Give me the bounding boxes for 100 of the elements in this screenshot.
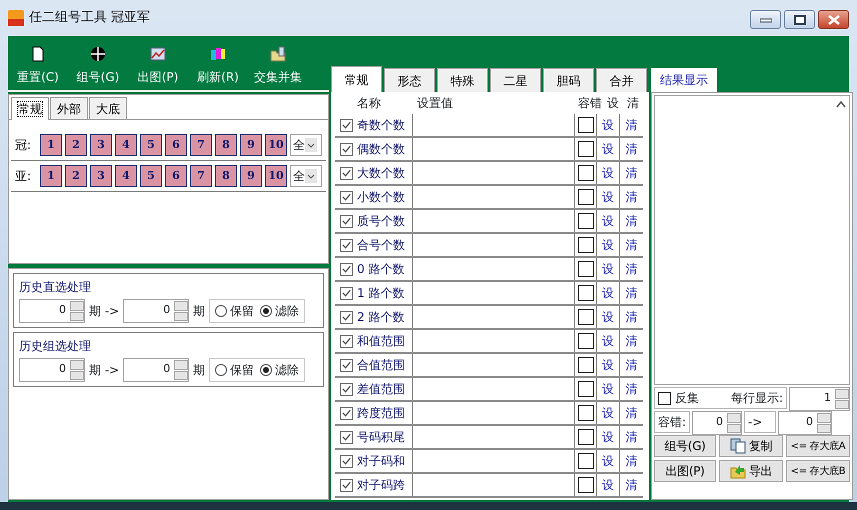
number-button[interactable]: 10	[265, 134, 287, 156]
tab[interactable]: 常规	[11, 97, 49, 120]
number-spinner[interactable]: 0	[123, 358, 190, 382]
checkbox[interactable]	[578, 429, 594, 445]
clear-link[interactable]: 清	[620, 306, 643, 328]
checkbox[interactable]	[578, 405, 594, 421]
checkbox[interactable]	[578, 333, 594, 349]
action-button[interactable]: 组号(G)	[654, 435, 716, 457]
clear-link[interactable]: 清	[620, 450, 643, 472]
checkbox[interactable]	[340, 478, 353, 492]
clear-link[interactable]: 清	[620, 426, 643, 448]
value-field[interactable]	[412, 450, 575, 472]
invert-checkbox[interactable]: 反集 每行显示:	[654, 387, 787, 409]
checkbox[interactable]	[578, 117, 594, 133]
value-field[interactable]	[412, 114, 575, 136]
checkbox[interactable]	[578, 477, 594, 493]
action-button[interactable]: 出图(P)	[654, 460, 716, 482]
checkbox[interactable]	[578, 237, 594, 253]
clear-link[interactable]: 清	[620, 234, 643, 256]
value-field[interactable]	[412, 378, 575, 400]
checkbox[interactable]	[578, 381, 594, 397]
checkbox[interactable]	[340, 334, 353, 348]
number-spinner[interactable]: 0	[778, 411, 832, 435]
radio-option[interactable]: 保留	[215, 302, 254, 320]
clear-link[interactable]: 清	[620, 258, 643, 280]
checkbox[interactable]	[340, 166, 353, 180]
number-spinner[interactable]: 0	[123, 299, 190, 323]
clear-link[interactable]: 清	[620, 186, 643, 208]
tab[interactable]: 形态	[384, 68, 435, 92]
checkbox[interactable]	[340, 262, 353, 276]
value-field[interactable]	[412, 474, 575, 496]
tab[interactable]: 合并	[596, 68, 647, 92]
action-button[interactable]: 复制	[719, 435, 783, 457]
toolbar-button[interactable]: 组号(G)	[68, 36, 128, 90]
set-link[interactable]: 设	[597, 474, 620, 496]
action-button[interactable]: <= 存大底B	[786, 460, 850, 482]
value-field[interactable]	[412, 330, 575, 352]
number-spinner[interactable]: 0	[692, 411, 742, 435]
number-button[interactable]: 3	[90, 165, 112, 187]
tab[interactable]: 胆码	[543, 68, 594, 92]
number-button[interactable]: 5	[140, 165, 162, 187]
number-button[interactable]: 9	[240, 134, 262, 156]
number-spinner[interactable]: 0	[19, 299, 85, 323]
checkbox[interactable]	[340, 430, 353, 444]
clear-link[interactable]: 清	[620, 330, 643, 352]
checkbox[interactable]	[340, 286, 353, 300]
set-link[interactable]: 设	[597, 354, 620, 376]
checkbox[interactable]	[340, 238, 353, 252]
clear-link[interactable]: 清	[620, 210, 643, 232]
close-button[interactable]	[818, 10, 849, 29]
checkbox[interactable]	[340, 190, 353, 204]
set-link[interactable]: 设	[597, 186, 620, 208]
tab[interactable]: 常规	[331, 66, 382, 92]
set-link[interactable]: 设	[597, 450, 620, 472]
number-button[interactable]: 1	[40, 165, 62, 187]
set-link[interactable]: 设	[597, 282, 620, 304]
checkbox[interactable]	[578, 189, 594, 205]
clear-link[interactable]: 清	[620, 114, 643, 136]
dropdown[interactable]: 全	[290, 165, 322, 187]
dropdown[interactable]: 全	[290, 134, 322, 156]
checkbox[interactable]	[340, 406, 353, 420]
number-button[interactable]: 3	[90, 134, 112, 156]
set-link[interactable]: 设	[597, 138, 620, 160]
value-field[interactable]	[412, 210, 575, 232]
value-field[interactable]	[412, 186, 575, 208]
radio-option[interactable]: 滤除	[260, 361, 300, 379]
clear-link[interactable]: 清	[620, 378, 643, 400]
tab[interactable]: 特殊	[437, 68, 488, 92]
number-button[interactable]: 7	[190, 134, 212, 156]
value-field[interactable]	[412, 282, 575, 304]
number-button[interactable]: 8	[215, 134, 237, 156]
tab[interactable]: 二星	[490, 68, 541, 92]
set-link[interactable]: 设	[597, 306, 620, 328]
checkbox[interactable]	[578, 357, 594, 373]
set-link[interactable]: 设	[597, 402, 620, 424]
radio-option[interactable]: 滤除	[260, 302, 300, 320]
set-link[interactable]: 设	[597, 330, 620, 352]
tab[interactable]: 结果显示	[651, 68, 717, 92]
clear-link[interactable]: 清	[620, 162, 643, 184]
minimize-button[interactable]	[750, 10, 781, 29]
value-field[interactable]	[412, 162, 575, 184]
tab[interactable]: 大底	[89, 97, 127, 119]
clear-link[interactable]: 清	[620, 138, 643, 160]
number-button[interactable]: 6	[165, 134, 187, 156]
number-spinner[interactable]: 0	[19, 358, 85, 382]
value-field[interactable]	[412, 354, 575, 376]
set-link[interactable]: 设	[597, 234, 620, 256]
number-spinner[interactable]: 1	[789, 387, 850, 411]
checkbox[interactable]	[578, 453, 594, 469]
toolbar-button[interactable]: 交集并集	[248, 36, 308, 90]
set-link[interactable]: 设	[597, 210, 620, 232]
checkbox[interactable]	[340, 454, 353, 468]
checkbox[interactable]	[340, 310, 353, 324]
number-button[interactable]: 4	[115, 134, 137, 156]
number-button[interactable]: 8	[215, 165, 237, 187]
clear-link[interactable]: 清	[620, 474, 643, 496]
set-link[interactable]: 设	[597, 114, 620, 136]
number-button[interactable]: 2	[65, 165, 87, 187]
set-link[interactable]: 设	[597, 426, 620, 448]
toolbar-button[interactable]: 出图(P)	[128, 36, 188, 90]
